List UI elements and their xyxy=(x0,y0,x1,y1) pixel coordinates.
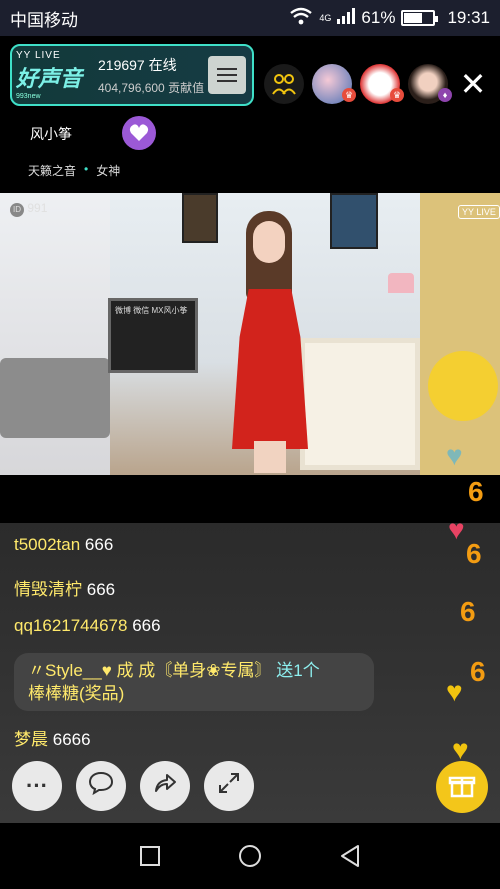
channel-logo: YY LIVE 好声音 993new xyxy=(16,48,94,102)
wifi-icon xyxy=(289,7,313,30)
mic-seats-icon[interactable] xyxy=(264,64,304,104)
scene-shelf xyxy=(300,338,420,470)
floating-six-icon: 6 xyxy=(468,476,484,507)
chat-message: 梦晨 6666 xyxy=(14,725,91,750)
logo-top: YY LIVE xyxy=(16,50,61,61)
recents-icon[interactable] xyxy=(130,836,170,876)
smiley-pillow xyxy=(428,351,498,421)
chat-message: 情毁清柠 666 xyxy=(14,575,115,600)
back-icon[interactable] xyxy=(330,836,370,876)
channel-card[interactable]: YY LIVE 好声音 993new 219697 在线 404,796,600… xyxy=(10,44,254,106)
scene-blackboard: 微博 微信 MX风小筝 xyxy=(108,298,198,373)
room-id-value: 991 xyxy=(27,201,48,215)
chat-user[interactable]: 情毁清柠 xyxy=(14,580,82,599)
chat-user[interactable]: 梦晨 xyxy=(14,730,48,749)
carrier-label: 中国移动 xyxy=(10,10,78,30)
video-bottom-band xyxy=(0,475,500,523)
floating-heart-icon: ♥ xyxy=(446,440,463,471)
yy-watermark: YY LIVE xyxy=(458,205,500,219)
room-header: YY LIVE 好声音 993new 219697 在线 404,796,600… xyxy=(0,36,500,193)
board-text: 微博 微信 MX风小筝 xyxy=(115,306,188,315)
scene-frame xyxy=(182,193,218,243)
chat-text: 666 xyxy=(84,535,114,554)
floating-six-icon: 6 xyxy=(460,596,476,627)
scene-frame xyxy=(330,193,378,249)
share-button[interactable] xyxy=(140,761,190,811)
online-count: 219697 在线 xyxy=(98,56,177,73)
id-icon: ID xyxy=(10,203,24,217)
streamer xyxy=(226,211,316,473)
scene-right-wall xyxy=(420,193,500,475)
menu-list-button[interactable] xyxy=(208,56,246,94)
home-icon[interactable] xyxy=(230,836,270,876)
gift-sender[interactable]: 〃Style__♥ 成 成〘单身❀专属〙 xyxy=(28,661,272,680)
king-badge-icon: ♛ xyxy=(390,88,404,102)
logo-sub: 993new xyxy=(16,93,41,100)
tag: 女神 xyxy=(96,164,121,178)
level-badge-icon: ♦ xyxy=(438,88,452,102)
gift-box-icon xyxy=(448,771,476,804)
live-video[interactable]: 微博 微信 MX风小筝 ID 991 YY LIVE xyxy=(0,193,500,475)
anchor-tags: 天籁之音 • 女神 xyxy=(28,162,120,179)
tag-separator: • xyxy=(84,162,89,176)
chat-user[interactable]: qq1621744678 xyxy=(14,616,127,635)
network-label: 4G xyxy=(319,13,332,23)
viewer-avatar[interactable]: ♛ xyxy=(360,64,404,104)
chat-panel: t5002tan 666 情毁清柠 666 qq1621744678 666 〃… xyxy=(0,523,500,823)
chat-user[interactable]: t5002tan xyxy=(14,535,80,554)
chat-message: qq1621744678 666 xyxy=(14,616,161,636)
more-button[interactable]: ··· xyxy=(12,761,62,811)
king-badge-icon: ♛ xyxy=(342,88,356,102)
more-icon: ··· xyxy=(26,773,48,798)
follow-heart-button[interactable] xyxy=(122,116,156,150)
comment-button[interactable] xyxy=(76,761,126,811)
logo-main: 好声音 xyxy=(16,66,83,91)
system-nav-bar xyxy=(0,823,500,889)
gift-message: 〃Style__♥ 成 成〘单身❀专属〙 送1个 棒棒糖(奖品) xyxy=(14,653,374,711)
floating-heart-icon: ♥ xyxy=(448,514,465,545)
chat-text: 666 xyxy=(132,616,161,635)
gift-item: 棒棒糖(奖品) xyxy=(28,684,125,703)
scene-lamp xyxy=(388,273,414,293)
gift-button[interactable] xyxy=(436,761,488,813)
viewer-avatar[interactable]: ♦ xyxy=(408,64,452,104)
close-button[interactable]: ✕ xyxy=(455,66,491,102)
floating-six-icon: 6 xyxy=(466,538,482,569)
battery-percent: 61% xyxy=(361,8,396,27)
floating-heart-icon: ♥ xyxy=(452,734,469,765)
floating-heart-icon: ♥ xyxy=(446,676,463,707)
share-icon xyxy=(152,771,178,801)
tag: 天籁之音 xyxy=(28,164,77,178)
floating-six-icon: 6 xyxy=(470,656,486,687)
scene-sofa xyxy=(0,358,110,438)
chat-message: t5002tan 666 xyxy=(14,535,113,555)
viewer-avatar[interactable]: ♛ xyxy=(312,64,356,104)
room-id: ID 991 xyxy=(10,201,47,217)
fullscreen-button[interactable] xyxy=(204,761,254,811)
battery-icon xyxy=(401,10,439,26)
status-bar: 中国移动 4G 61% 19:31 xyxy=(0,0,500,36)
chat-text: 6666 xyxy=(52,730,91,749)
gift-action: 送1个 xyxy=(276,661,320,680)
expand-icon xyxy=(217,771,241,801)
chat-text: 666 xyxy=(86,580,116,599)
chat-bubble-icon xyxy=(88,771,114,801)
clock: 19:31 xyxy=(447,8,490,27)
anchor-name[interactable]: 风小筝 xyxy=(30,124,72,144)
contribution-value: 404,796,600 贡献值 xyxy=(98,80,205,95)
signal-icon xyxy=(337,7,356,29)
